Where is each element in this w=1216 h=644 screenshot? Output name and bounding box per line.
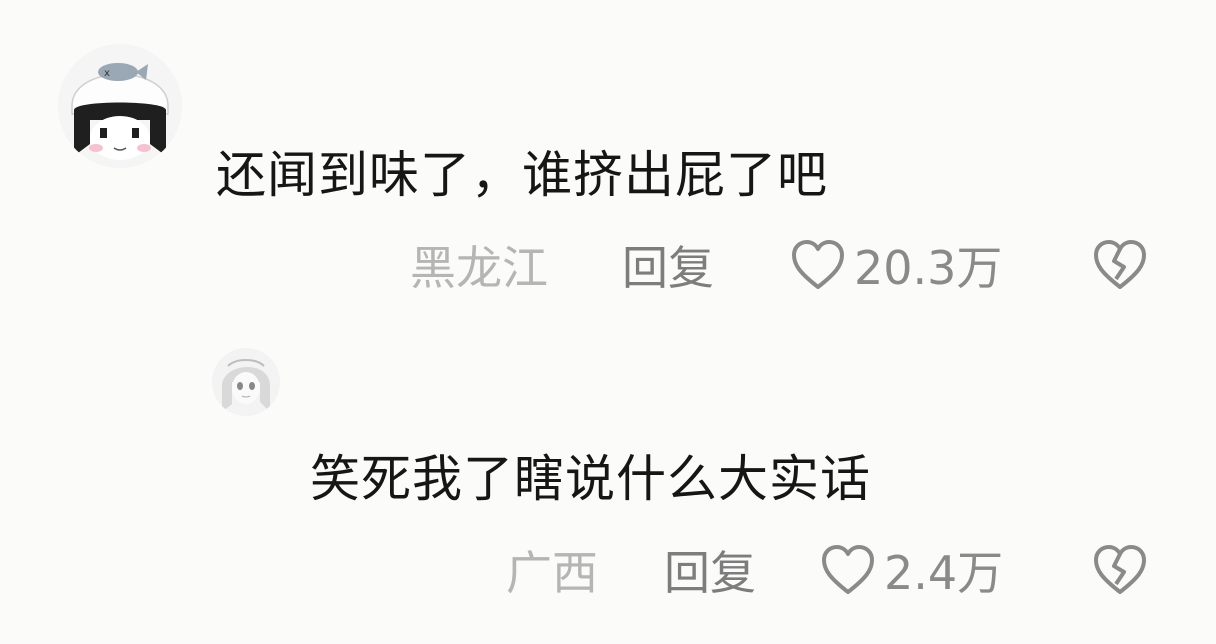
broken-heart-icon[interactable] (1092, 239, 1148, 291)
comment-text: 笑死我了瞎说什么大实话 (310, 450, 871, 508)
comment-actions: 黑龙江 回复 20.3万 (0, 235, 1216, 295)
reply-button[interactable]: 回复 (622, 232, 714, 298)
svg-text:x: x (104, 68, 110, 79)
like-count: 2.4万 (884, 546, 1004, 600)
location-label: 黑龙江 (410, 241, 548, 295)
heart-outline-icon (822, 545, 874, 594)
broken-heart-icon[interactable] (1092, 544, 1148, 596)
comment-text: 还闻到味了，谁挤出屁了吧 (216, 146, 828, 204)
location-label: 广西 (506, 546, 598, 600)
like-button[interactable]: 2.4万 (820, 537, 1003, 603)
user-avatar[interactable]: x (58, 44, 182, 168)
reply-button[interactable]: 回复 (664, 537, 756, 603)
comment-actions: 广西 回复 2.4万 (0, 540, 1216, 600)
user-avatar[interactable] (212, 348, 280, 416)
like-count: 20.3万 (854, 241, 1003, 295)
like-button[interactable]: 20.3万 (790, 232, 1002, 298)
chibi-girl-avatar-icon: x (58, 44, 182, 168)
heart-outline-icon (792, 240, 844, 289)
anime-girl-avatar-icon (212, 348, 280, 416)
comment-thread: x 还闻到味了，谁挤出屁了吧 黑龙江 回复 20.3万 笑死我了瞎说什么大实话 … (0, 0, 1216, 644)
